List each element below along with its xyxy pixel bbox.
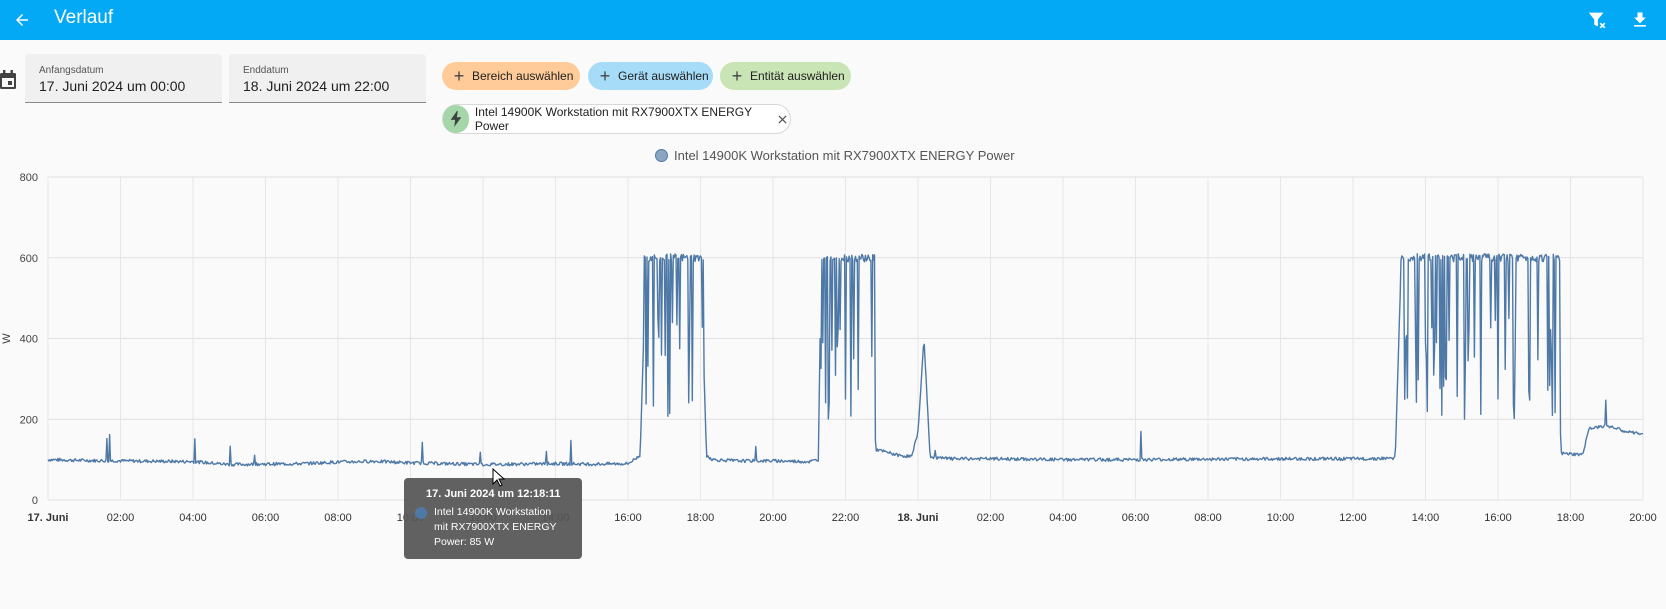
back-button[interactable]	[6, 4, 38, 36]
x-tick-label: 04:00	[1049, 512, 1077, 524]
choose-area-chip[interactable]: + Bereich auswählen	[442, 62, 580, 90]
tooltip-title: 17. Juni 2024 um 12:18:11	[426, 488, 561, 500]
plus-icon: +	[599, 66, 611, 86]
filter-remove-icon	[1588, 12, 1606, 29]
tooltip-line-2: mit RX7900XTX ENERGY	[434, 521, 557, 533]
y-tick-label: 200	[20, 414, 38, 426]
x-tick-label: 06:00	[1122, 512, 1150, 524]
plus-icon: +	[731, 66, 743, 86]
arrow-left-icon	[16, 14, 28, 26]
download-icon	[1634, 12, 1646, 27]
x-tick-label: 08:00	[1194, 512, 1222, 524]
choose-device-chip[interactable]: + Gerät auswählen	[588, 62, 713, 90]
y-tick-label: 600	[20, 253, 38, 265]
x-tick-label: 12:00	[1339, 512, 1367, 524]
tooltip-series-marker	[415, 507, 427, 519]
x-tick-label: 18. Juni	[898, 512, 939, 524]
x-tick-label: 06:00	[252, 512, 280, 524]
mouse-pointer-icon	[492, 468, 506, 487]
choose-area-label: Bereich auswählen	[472, 69, 574, 83]
download-button[interactable]	[1624, 4, 1656, 36]
y-tick-label: 400	[20, 334, 38, 346]
app-bar: Verlauf	[0, 0, 1666, 40]
clear-filter-button[interactable]	[1581, 4, 1613, 36]
x-tick-label: 08:00	[324, 512, 352, 524]
x-tick-label: 16:00	[1484, 512, 1512, 524]
lightning-bolt-icon	[450, 111, 462, 127]
tooltip-line-3: Power: 85 W	[434, 536, 495, 548]
chart-tooltip: 17. Juni 2024 um 12:18:11 Intel 14900K W…	[404, 478, 582, 559]
x-tick-label: 20:00	[759, 512, 787, 524]
choose-device-label: Gerät auswählen	[618, 69, 709, 83]
y-tick-label: 0	[32, 495, 38, 507]
start-date-label: Anfangsdatum	[39, 65, 104, 76]
choose-entity-chip[interactable]: + Entität auswählen	[720, 62, 851, 90]
x-tick-label: 18:00	[1557, 512, 1585, 524]
start-date-value: 17. Juni 2024 um 00:00	[39, 78, 186, 94]
y-tick-label: 800	[20, 172, 38, 184]
end-date-label: Enddatum	[243, 65, 289, 76]
x-tick-label: 14:00	[1412, 512, 1440, 524]
end-date-field[interactable]: Enddatum 18. Juni 2024 um 22:00	[229, 54, 426, 103]
x-tick-label: 18:00	[687, 512, 715, 524]
entity-avatar	[443, 105, 469, 133]
end-date-value: 18. Juni 2024 um 22:00	[243, 78, 390, 94]
history-chart[interactable]: 0 200 400 600 800 17. Juni 02:00 04:00 06:00 08:0…	[0, 160, 1666, 540]
x-tick-label: 17. Juni	[28, 512, 69, 524]
start-date-field[interactable]: Anfangsdatum 17. Juni 2024 um 00:00	[25, 54, 222, 103]
x-tick-label: 20:00	[1629, 512, 1657, 524]
remove-entity-button[interactable]	[775, 111, 790, 127]
x-tick-label: 10:00	[1267, 512, 1295, 524]
x-tick-label: 02:00	[107, 512, 135, 524]
x-tick-label: 02:00	[977, 512, 1005, 524]
x-tick-label: 04:00	[179, 512, 207, 524]
page-title: Verlauf	[54, 7, 114, 28]
x-tick-label: 22:00	[832, 512, 860, 524]
tooltip-line-1: Intel 14900K Workstation	[434, 506, 552, 518]
choose-entity-label: Entität auswählen	[750, 69, 845, 83]
selected-entity-name: Intel 14900K Workstation mit RX7900XTX E…	[474, 105, 752, 133]
plus-icon: +	[453, 66, 465, 86]
x-tick-label: 16:00	[614, 512, 642, 524]
calendar-icon[interactable]	[0, 70, 18, 90]
y-axis-label: W	[1, 333, 13, 344]
close-icon	[778, 114, 787, 124]
selected-entity-chip[interactable]: Intel 14900K Workstation mit RX7900XTX E…	[442, 104, 791, 134]
